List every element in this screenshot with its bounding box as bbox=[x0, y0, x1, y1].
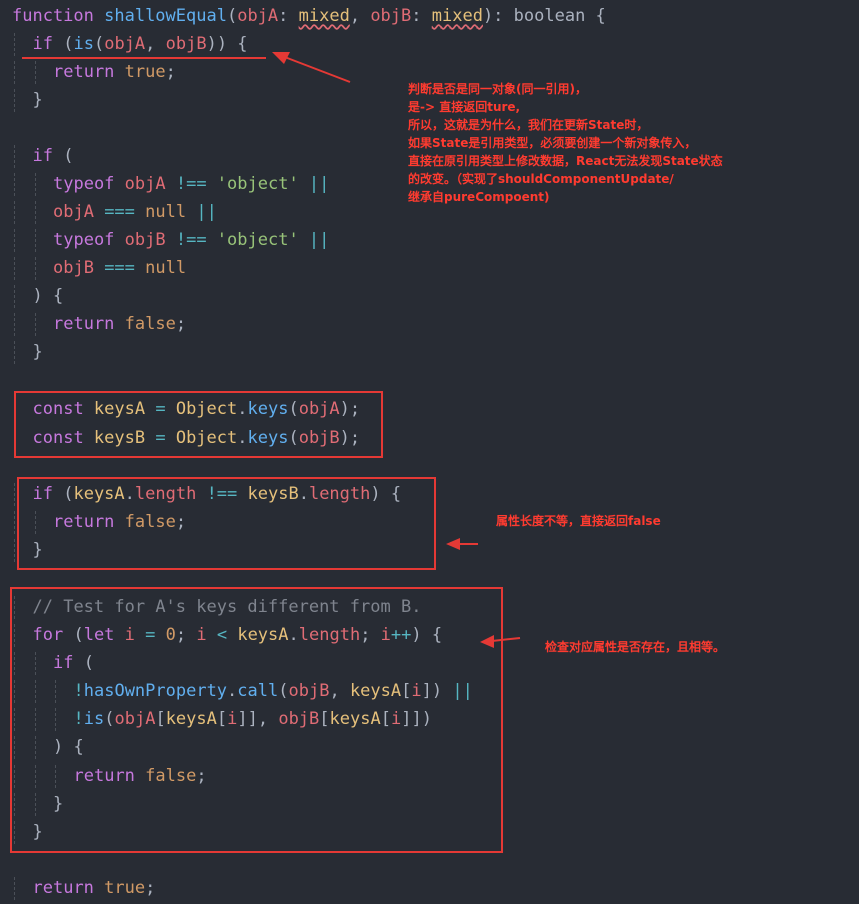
highlight-box-keys bbox=[14, 391, 383, 458]
highlight-box-length-check bbox=[17, 477, 436, 570]
highlight-box-loop bbox=[10, 587, 503, 853]
annotation-length-check: 属性长度不等，直接返回false bbox=[496, 514, 661, 528]
annotation-property-check: 检查对应属性是否存在，且相等。 bbox=[545, 640, 726, 654]
arrow-line-1 bbox=[281, 55, 351, 83]
arrow-head-2 bbox=[446, 538, 460, 550]
annotation-same-reference: 判断是否是同一对象(同一引用)， 是-> 直接返回ture, 所以，这就是为什么… bbox=[408, 82, 723, 204]
